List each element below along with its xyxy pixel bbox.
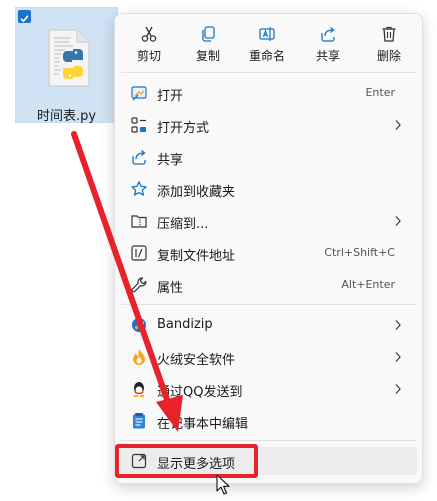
annotation-arrow-icon bbox=[71, 131, 183, 432]
annotation-highlight-box bbox=[115, 444, 258, 478]
mouse-pointer-icon bbox=[216, 474, 230, 495]
